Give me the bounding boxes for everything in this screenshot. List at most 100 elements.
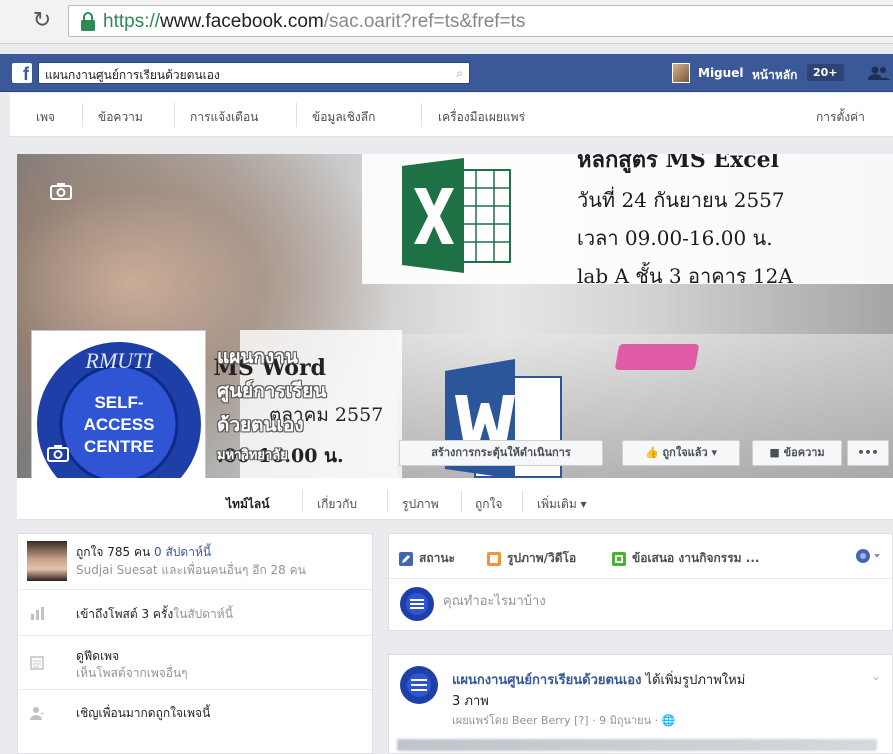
camera-icon[interactable] (47, 444, 69, 462)
feed-subtitle: เห็นโพสต์จากเพจอื่นๆ (76, 666, 188, 680)
timeline-post: แผนกงานศูนย์การเรียนด้วยตนเอง ได้เพิ่มรู… (388, 654, 893, 754)
composer-input[interactable]: คุณทำอะไรมาบ้าง (443, 590, 546, 611)
cover-course-title: หลักสูตร MS Excel (577, 154, 780, 173)
user-name: Miguel (698, 66, 744, 80)
likes-line: ถูกใจ 785 คน 0 สัปดาห์นี้ (76, 543, 211, 562)
facebook-top-bar: f แผนกงานศูนย์การเรียนด้วยตนเอง ⌕ Miguel… (0, 54, 893, 92)
url-host: www.facebook.com (160, 11, 324, 32)
tab-likes[interactable]: ถูกใจ (475, 495, 502, 514)
offer-label: ข้อเสนอ งานกิจกรรม ... (632, 551, 760, 565)
feed-icon (30, 656, 44, 670)
browser-toolbar: ↻ https://www.facebook.com/sac.oarit?ref… (0, 0, 893, 44)
reach-week: ในสัปดาห์นี้ (173, 607, 233, 621)
friend-avatar (27, 541, 67, 581)
url-text: https://www.facebook.com/sac.oarit?ref=t… (103, 11, 525, 33)
lock-icon (81, 12, 95, 31)
composer-tab-offer[interactable]: ข้อเสนอ งานกิจกรรม ... (612, 549, 759, 568)
logo-top-text: RMUTI (84, 348, 154, 373)
admin-tab-insights[interactable]: ข้อมูลเชิงลึก (312, 108, 375, 127)
post-author-name[interactable]: แผนกงานศูนย์การเรียนด้วยตนเอง (452, 673, 641, 688)
liked-label: ถูกใจแล้ว ▾ (662, 446, 718, 459)
search-input[interactable]: แผนกงานศูนย์การเรียนด้วยตนเอง ⌕ (38, 62, 470, 84)
message-icon: ■ (769, 446, 780, 459)
status-label: สถานะ (419, 551, 455, 565)
liked-button[interactable]: 👍 ถูกใจแล้ว ▾ (622, 440, 740, 466)
person-add-icon (30, 707, 44, 720)
cover-date: วันที่ 24 กันยายน 2557 (577, 188, 785, 212)
left-sidebar: ถูกใจ 785 คน 0 สัปดาห์นี้ Sudjai Suesat … (17, 533, 373, 754)
audience-selector-icon[interactable] (855, 548, 883, 564)
admin-tab-page[interactable]: เพจ (36, 108, 55, 127)
invite-friends-row[interactable]: เชิญเพื่อนมากดถูกใจเพจนี้ (18, 690, 372, 734)
friends-icon[interactable] (868, 65, 890, 81)
page-category: มหาวิทยาลัย (217, 448, 288, 463)
tab-more[interactable]: เพิ่มเติม ▾ (537, 495, 587, 514)
admin-tab-publishing-tools[interactable]: เครื่องมือเผยแพร่ (438, 108, 525, 127)
divider (174, 103, 175, 127)
post-author-line: แผนกงานศูนย์การเรียนด้วยตนเอง ได้เพิ่มรู… (452, 669, 745, 690)
message-button[interactable]: ■ ข้อความ (752, 440, 842, 466)
page-avatar (400, 587, 434, 621)
pencil-icon (399, 551, 413, 566)
reach-line: เข้าถึงโพสต์ 3 ครั้งในสัปดาห์นี้ (76, 605, 233, 624)
excel-icon (402, 158, 511, 273)
message-label: ข้อความ (783, 446, 825, 459)
tab-about[interactable]: เกี่ยวกับ (317, 495, 357, 514)
cover-place: lab A ชั้น 3 อาคาร 12A (577, 264, 793, 288)
search-icon[interactable]: ⌕ (456, 66, 463, 81)
admin-tab-messages[interactable]: ข้อความ (98, 108, 143, 127)
photo-icon (487, 551, 501, 566)
likes-week[interactable]: 0 สัปดาห์นี้ (154, 545, 211, 559)
post-author-avatar[interactable] (399, 665, 439, 705)
page-name-line-1: แผนกงาน (217, 346, 298, 368)
admin-tab-notifications[interactable]: การแจ้งเตือน (190, 108, 258, 127)
post-composer: สถานะ รูปภาพ/วิดีโอ ข้อเสนอ งานกิจกรรม .… (388, 533, 893, 631)
url-path: /sac.oarit?ref=ts&fref=ts (323, 11, 526, 32)
bar-chart-icon (31, 607, 44, 620)
divider (522, 490, 523, 512)
page-name-line-3: ด้วยตนเอง (217, 414, 304, 436)
camera-icon[interactable] (50, 182, 72, 200)
home-link[interactable]: หน้าหลัก (752, 66, 797, 85)
phone-image (614, 344, 700, 370)
post-photo-count[interactable]: 3 ภาพ (452, 690, 489, 711)
page-tabs: ไทม์ไลน์ เกี่ยวกับ รูปภาพ ถูกใจ เพิ่มเติ… (17, 478, 893, 520)
likes-friends[interactable]: Sudjai Suesat และเพื่อนคนอื่นๆ อีก 28 คน (76, 561, 306, 580)
page-admin-nav: เพจ ข้อความ การแจ้งเตือน ข้อมูลเชิงลึก เ… (10, 93, 893, 137)
divider (302, 490, 303, 512)
tab-photos[interactable]: รูปภาพ (402, 495, 439, 514)
chevron-down-icon[interactable]: ⌄ (871, 669, 881, 683)
divider (461, 490, 462, 512)
invite-text: เชิญเพื่อนมากดถูกใจเพจนี้ (76, 706, 211, 720)
photo-video-label: รูปภาพ/วิดีโอ (507, 551, 577, 565)
composer-tab-status[interactable]: สถานะ (399, 549, 455, 568)
logo-line-1: SELF- (94, 393, 143, 412)
reach-text: เข้าถึงโพสต์ 3 ครั้ง (76, 607, 174, 621)
divider (421, 103, 422, 127)
admin-tab-settings[interactable]: การตั้งค่า (816, 108, 865, 127)
offer-icon (612, 551, 626, 566)
divider (387, 490, 388, 512)
tab-timeline[interactable]: ไทม์ไลน์ (226, 495, 269, 514)
composer-tab-photo[interactable]: รูปภาพ/วิดีโอ (487, 549, 576, 568)
page-feed-row[interactable]: ดูฟีดเพจ เห็นโพสต์จากเพจอื่นๆ (18, 636, 372, 690)
post-reach-row[interactable]: เข้าถึงโพสต์ 3 ครั้งในสัปดาห์นี้ (18, 590, 372, 636)
cover-time: เวลา 09.00-16.00 น. (577, 226, 773, 250)
divider (82, 103, 83, 127)
divider (296, 103, 297, 127)
divider (389, 578, 892, 579)
likes-summary[interactable]: ถูกใจ 785 คน 0 สัปดาห์นี้ Sudjai Suesat … (18, 534, 372, 590)
likes-count: ถูกใจ 785 คน (76, 545, 151, 559)
post-action-text: ได้เพิ่มรูปภาพใหม่ (641, 673, 746, 688)
address-bar[interactable]: https://www.facebook.com/sac.oarit?ref=t… (68, 5, 893, 37)
logo-line-3: CENTRE (84, 437, 154, 456)
user-profile-link[interactable]: Miguel (672, 62, 743, 84)
post-body-text (397, 739, 877, 751)
call-to-action-button[interactable]: สร้างการกระตุ้นให้ดำเนินการ (399, 440, 603, 466)
reload-icon[interactable]: ↻ (30, 8, 54, 34)
more-options-button[interactable]: ••• (847, 440, 889, 466)
facebook-logo-icon[interactable]: f (12, 63, 32, 84)
thumbs-up-icon: 👍 (644, 446, 659, 459)
post-meta: เผยแพร่โดย Beer Berry [?] · 9 มิถุนายน ·… (452, 714, 676, 727)
avatar (672, 63, 690, 83)
